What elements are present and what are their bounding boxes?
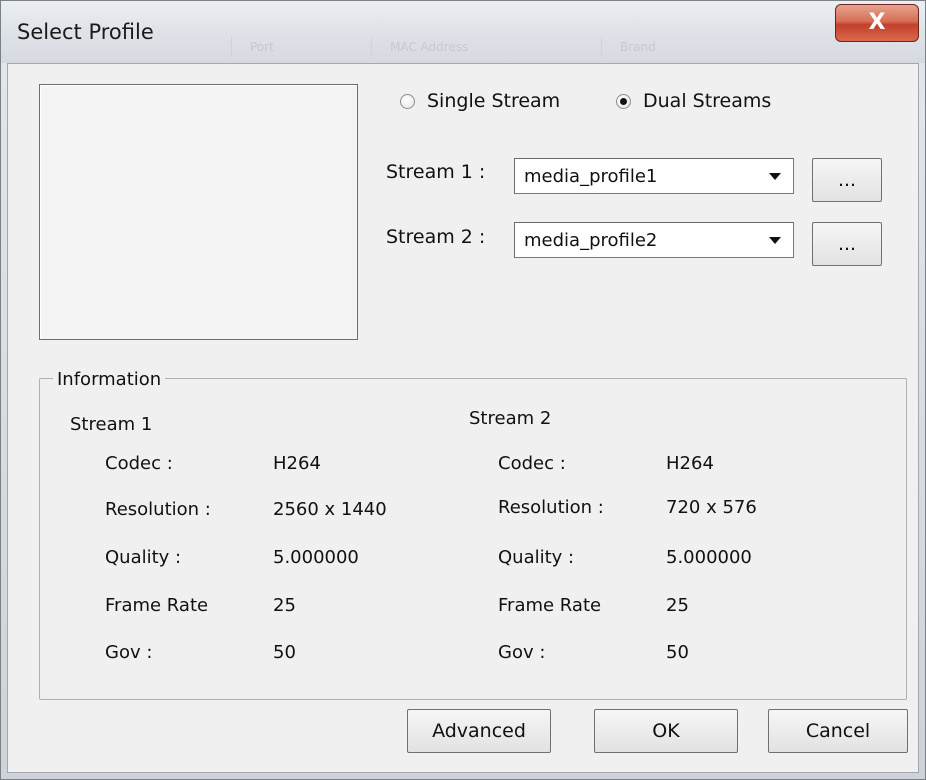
title-bar: Port MAC Address Brand Select Profile X xyxy=(1,1,925,63)
stream2-label: Stream 2 : xyxy=(386,226,486,248)
stream2-codec-label: Codec : xyxy=(498,453,566,474)
stream2-more-button[interactable]: ... xyxy=(812,222,882,266)
stream1-codec-label: Codec : xyxy=(105,453,173,474)
stream1-gov-label: Gov : xyxy=(105,642,153,663)
radio-unchecked-icon xyxy=(400,93,415,109)
stream2-profile-select[interactable]: media_profile2 xyxy=(514,222,794,258)
radio-checked-icon xyxy=(616,93,631,109)
stream1-selected-value: media_profile1 xyxy=(524,166,658,187)
close-icon: X xyxy=(868,10,886,35)
dialog-body: Single Stream Dual Streams Stream 1 : me… xyxy=(7,63,919,773)
stream1-codec-value: H264 xyxy=(273,453,321,474)
stream2-quality-value: 5.000000 xyxy=(666,547,752,568)
stream2-selected-value: media_profile2 xyxy=(524,230,658,251)
background-tab-mac-address: MAC Address xyxy=(371,37,486,57)
stream1-quality-value: 5.000000 xyxy=(273,547,359,568)
stream2-quality-label: Quality : xyxy=(498,547,575,568)
stream1-resolution-label: Resolution : xyxy=(105,499,211,520)
select-profile-dialog: Port MAC Address Brand Select Profile X … xyxy=(0,0,926,780)
stream2-framerate-value: 25 xyxy=(666,595,689,616)
stream1-framerate-label: Frame Rate xyxy=(105,595,209,616)
background-tab-brand: Brand xyxy=(601,37,674,57)
window-title: Select Profile xyxy=(17,20,154,44)
information-title: Information xyxy=(53,369,166,390)
close-button[interactable]: X xyxy=(835,4,919,42)
dropdown-arrow-icon[interactable] xyxy=(763,228,787,252)
stream1-framerate-value: 25 xyxy=(273,595,296,616)
stream1-more-button[interactable]: ... xyxy=(812,158,882,202)
cancel-button[interactable]: Cancel xyxy=(768,709,908,753)
stream1-profile-select[interactable]: media_profile1 xyxy=(514,158,794,194)
dropdown-arrow-icon[interactable] xyxy=(763,164,787,188)
single-stream-label: Single Stream xyxy=(427,90,561,112)
dual-streams-label: Dual Streams xyxy=(643,90,772,112)
dual-streams-radio[interactable]: Dual Streams xyxy=(616,90,771,112)
background-tab-port: Port xyxy=(231,37,292,57)
stream1-info-heading: Stream 1 xyxy=(70,414,153,435)
stream2-gov-value: 50 xyxy=(666,642,689,663)
ok-button[interactable]: OK xyxy=(594,709,738,753)
stream1-quality-label: Quality : xyxy=(105,547,182,568)
stream2-resolution-value: 720 x 576 xyxy=(666,497,757,518)
stream1-gov-value: 50 xyxy=(273,642,296,663)
single-stream-radio[interactable]: Single Stream xyxy=(400,90,560,112)
video-preview-area xyxy=(39,84,358,340)
stream2-gov-label: Gov : xyxy=(498,642,546,663)
stream2-codec-value: H264 xyxy=(666,453,714,474)
advanced-button[interactable]: Advanced xyxy=(407,709,551,753)
stream2-resolution-label: Resolution : xyxy=(498,497,604,518)
stream2-info-heading: Stream 2 xyxy=(469,408,552,429)
stream1-label: Stream 1 : xyxy=(386,161,486,183)
stream1-resolution-value: 2560 x 1440 xyxy=(273,499,387,520)
stream2-framerate-label: Frame Rate xyxy=(498,595,602,616)
